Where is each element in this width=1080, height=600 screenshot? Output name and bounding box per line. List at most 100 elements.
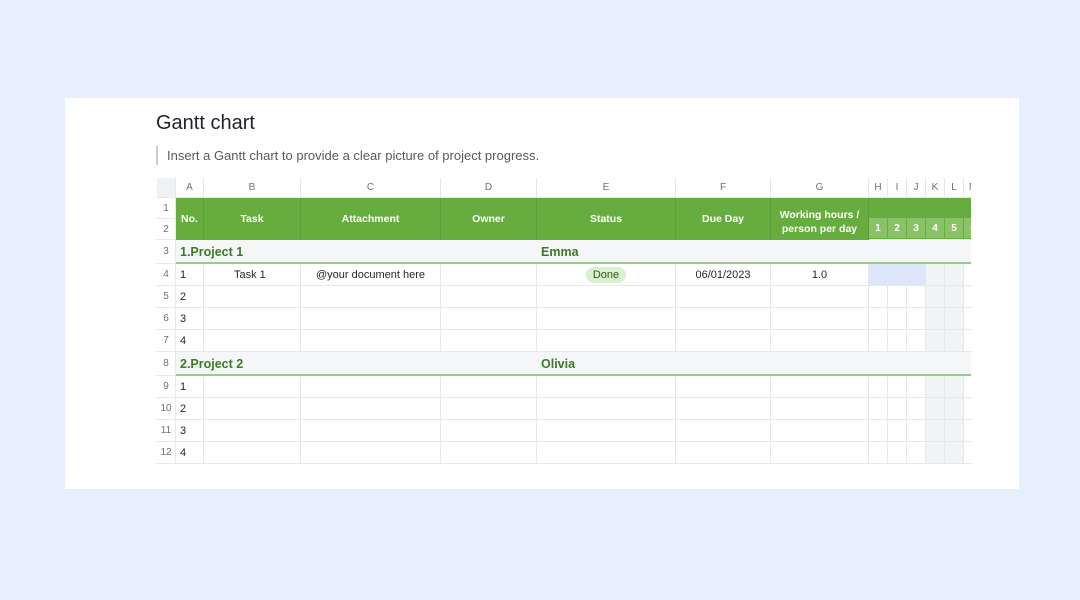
gantt-day-cell[interactable]: [964, 398, 971, 420]
cell-attachment[interactable]: @your document here: [301, 264, 441, 286]
cell-task[interactable]: [204, 398, 301, 420]
cell-no[interactable]: 2: [176, 398, 204, 420]
gantt-day-cell[interactable]: [869, 330, 888, 352]
cell-owner[interactable]: [441, 308, 537, 330]
gantt-day-cell[interactable]: [869, 286, 888, 308]
cell-status[interactable]: [537, 286, 676, 308]
gantt-day-cell[interactable]: [945, 398, 964, 420]
cell-working-hours[interactable]: [771, 398, 869, 420]
gantt-day-cell[interactable]: [888, 330, 907, 352]
cell-attachment[interactable]: [301, 398, 441, 420]
cell-status[interactable]: [537, 376, 676, 398]
cell-status[interactable]: [537, 420, 676, 442]
gantt-day-cell[interactable]: [926, 330, 945, 352]
column-header-l[interactable]: L: [945, 178, 964, 198]
gantt-day-3[interactable]: 3: [907, 218, 926, 238]
column-header-f[interactable]: F: [676, 178, 771, 198]
cell-due-day[interactable]: [676, 398, 771, 420]
gantt-day-cell[interactable]: [888, 398, 907, 420]
gantt-day-cell[interactable]: [926, 308, 945, 330]
gantt-day-cell[interactable]: [888, 376, 907, 398]
cell-working-hours[interactable]: 1.0: [771, 264, 869, 286]
cell-owner[interactable]: [441, 442, 537, 464]
spreadsheet-grid[interactable]: ABCDEFGHIJKLM12No.TaskAttachmentOwnerSta…: [157, 178, 971, 466]
cell-due-day[interactable]: [676, 308, 771, 330]
select-all-corner[interactable]: [157, 178, 176, 198]
cell-due-day[interactable]: [676, 420, 771, 442]
gantt-day-cell[interactable]: [964, 330, 971, 352]
column-header-a[interactable]: A: [176, 178, 204, 198]
gantt-day-cell[interactable]: [888, 442, 907, 464]
cell-no[interactable]: 4: [176, 330, 204, 352]
gantt-day-cell[interactable]: [869, 398, 888, 420]
cell-task[interactable]: [204, 376, 301, 398]
cell-no[interactable]: 4: [176, 442, 204, 464]
cell-task[interactable]: [204, 442, 301, 464]
column-header-c[interactable]: C: [301, 178, 441, 198]
cell-working-hours[interactable]: [771, 376, 869, 398]
cell-no[interactable]: 1: [176, 376, 204, 398]
gantt-day-cell[interactable]: [964, 376, 971, 398]
gantt-day-cell[interactable]: [869, 264, 888, 286]
gantt-day-cell[interactable]: [869, 442, 888, 464]
gantt-day-cell[interactable]: [964, 442, 971, 464]
cell-attachment[interactable]: [301, 420, 441, 442]
cell-status[interactable]: [537, 308, 676, 330]
gantt-day-5[interactable]: 5: [945, 218, 964, 238]
cell-owner[interactable]: [441, 286, 537, 308]
gantt-day-cell[interactable]: [945, 264, 964, 286]
cell-working-hours[interactable]: [771, 308, 869, 330]
project-name[interactable]: 1.Project 1: [176, 240, 436, 264]
cell-working-hours[interactable]: [771, 330, 869, 352]
column-header-i[interactable]: I: [888, 178, 907, 198]
gantt-day-cell[interactable]: [907, 420, 926, 442]
cell-task[interactable]: [204, 330, 301, 352]
gantt-day-cell[interactable]: [964, 308, 971, 330]
cell-attachment[interactable]: [301, 330, 441, 352]
gantt-day-cell[interactable]: [926, 398, 945, 420]
column-header-m[interactable]: M: [964, 178, 971, 198]
cell-no[interactable]: 2: [176, 286, 204, 308]
cell-no[interactable]: 1: [176, 264, 204, 286]
cell-task[interactable]: [204, 420, 301, 442]
cell-no[interactable]: 3: [176, 308, 204, 330]
cell-working-hours[interactable]: [771, 442, 869, 464]
gantt-day-cell[interactable]: [945, 376, 964, 398]
project-name[interactable]: 2.Project 2: [176, 352, 436, 376]
gantt-day-cell[interactable]: [964, 420, 971, 442]
gantt-day-cell[interactable]: [869, 308, 888, 330]
cell-owner[interactable]: [441, 330, 537, 352]
cell-owner[interactable]: [441, 398, 537, 420]
column-header-k[interactable]: K: [926, 178, 945, 198]
gantt-day-cell[interactable]: [926, 420, 945, 442]
gantt-day-cell[interactable]: [869, 376, 888, 398]
cell-working-hours[interactable]: [771, 286, 869, 308]
gantt-day-cell[interactable]: [888, 308, 907, 330]
gantt-day-cell[interactable]: [907, 286, 926, 308]
cell-due-day[interactable]: [676, 330, 771, 352]
cell-task[interactable]: [204, 308, 301, 330]
gantt-day-cell[interactable]: [869, 420, 888, 442]
cell-due-day[interactable]: [676, 376, 771, 398]
cell-owner[interactable]: [441, 376, 537, 398]
column-header-e[interactable]: E: [537, 178, 676, 198]
project-owner[interactable]: Olivia: [537, 352, 676, 376]
cell-owner[interactable]: [441, 420, 537, 442]
cell-due-day[interactable]: [676, 286, 771, 308]
column-header-d[interactable]: D: [441, 178, 537, 198]
gantt-day-cell[interactable]: [964, 264, 971, 286]
cell-no[interactable]: 3: [176, 420, 204, 442]
cell-owner[interactable]: [441, 264, 537, 286]
gantt-day-6[interactable]: 6: [964, 218, 971, 238]
cell-status[interactable]: [537, 398, 676, 420]
gantt-day-cell[interactable]: [926, 376, 945, 398]
gantt-day-cell[interactable]: [907, 308, 926, 330]
gantt-day-cell[interactable]: [945, 308, 964, 330]
gantt-day-2[interactable]: 2: [888, 218, 907, 238]
gantt-day-cell[interactable]: [945, 442, 964, 464]
cell-due-day[interactable]: 06/01/2023: [676, 264, 771, 286]
column-header-b[interactable]: B: [204, 178, 301, 198]
cell-status[interactable]: [537, 330, 676, 352]
cell-attachment[interactable]: [301, 376, 441, 398]
project-owner[interactable]: Emma: [537, 240, 676, 264]
